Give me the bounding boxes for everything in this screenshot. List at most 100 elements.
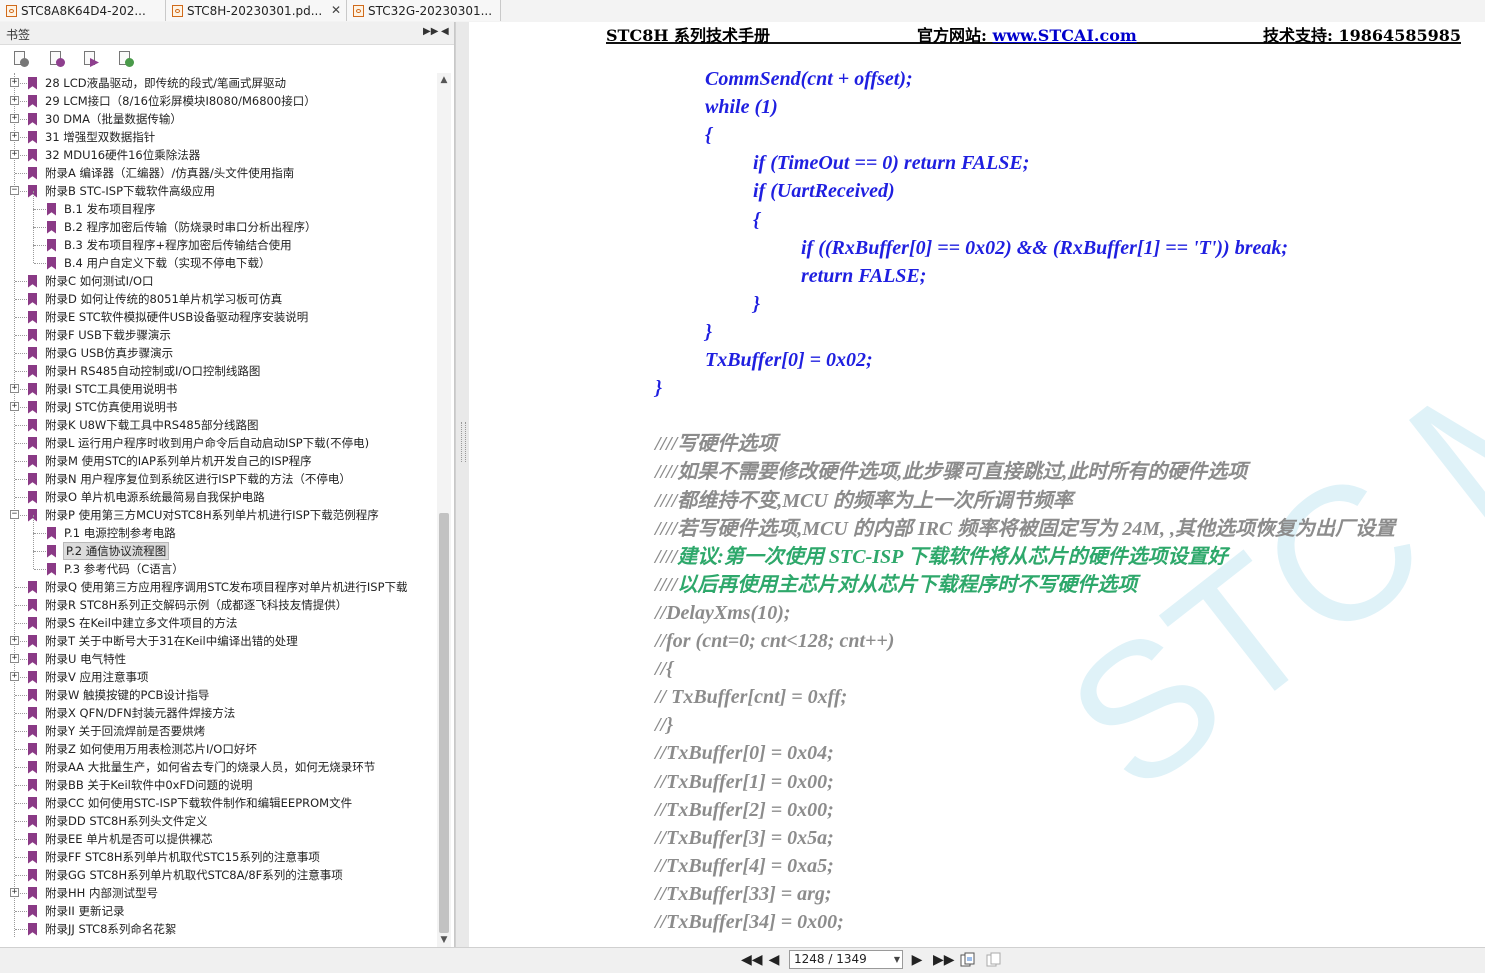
bookmark-item[interactable]: 附录GG STC8H系列单片机取代STC8A/8F系列的注意事项 bbox=[28, 866, 343, 884]
expand-toggle-icon[interactable]: + bbox=[10, 402, 19, 411]
bookmark-item[interactable]: 31 增强型双数据指针 bbox=[28, 128, 155, 146]
bookmark-item[interactable]: 附录S 在Keil中建立多文件项目的方法 bbox=[28, 614, 237, 632]
code-line: ////以后再使用主芯片对从芯片下载程序时不写硬件选项 bbox=[655, 571, 1137, 599]
expand-toggle-icon[interactable]: + bbox=[10, 672, 19, 681]
bookmark-item[interactable]: 28 LCD液晶驱动，即传统的段式/笔画式屏驱动 bbox=[28, 74, 286, 92]
bookmark-item[interactable]: 附录O 单片机电源系统最简易自我保护电路 bbox=[28, 488, 265, 506]
bookmark-item[interactable]: 附录Y 关于回流焊前是否要烘烤 bbox=[28, 722, 205, 740]
scroll-up-icon[interactable]: ▲ bbox=[437, 73, 451, 87]
expand-panel-icon[interactable]: ▶▶ bbox=[423, 26, 438, 37]
bookmark-options-icon[interactable] bbox=[12, 50, 30, 68]
bookmark-item[interactable]: 29 LCM接口（8/16位彩屏模块I8080/M6800接口） bbox=[28, 92, 316, 110]
tab-stc32g[interactable]: STC32G-20230301... bbox=[347, 0, 501, 21]
bookmark-item[interactable]: 附录J STC仿真使用说明书 bbox=[28, 398, 177, 416]
bookmark-item[interactable]: 附录D 如何让传统的8051单片机学习板可仿真 bbox=[28, 290, 282, 308]
bookmark-item[interactable]: 30 DMA（批量数据传输） bbox=[28, 110, 182, 128]
collapse-toggle-icon[interactable]: − bbox=[10, 510, 19, 519]
panel-splitter[interactable] bbox=[455, 22, 470, 947]
bookmark-item[interactable]: 附录E STC软件模拟硬件USB设备驱动程序安装说明 bbox=[28, 308, 308, 326]
expand-toggle-icon[interactable]: + bbox=[10, 114, 19, 123]
bookmark-item[interactable]: 附录F USB下载步骤演示 bbox=[28, 326, 171, 344]
bookmark-subitem[interactable]: B.2 程序加密后传输（防烧录时串口分析出程序） bbox=[47, 218, 317, 236]
page-number-select[interactable]: 1248 / 1349 ▼ bbox=[789, 950, 903, 969]
find-bookmark-icon[interactable] bbox=[117, 50, 135, 68]
bookmark-item[interactable]: 附录U 电气特性 bbox=[28, 650, 126, 668]
bookmark-item[interactable]: 附录JJ STC8系列命名花絮 bbox=[28, 920, 176, 938]
bookmark-item[interactable]: 附录L 运行用户程序时收到用户命令后自动启动ISP下载(不停电) bbox=[28, 434, 369, 452]
bookmark-item[interactable]: 附录B STC-ISP下载软件高级应用 bbox=[28, 182, 215, 200]
tab-stc8h[interactable]: STC8H-20230301.pd... ✕ bbox=[166, 0, 347, 21]
bookmark-item[interactable]: 附录R STC8H系列正交解码示例（成都逐飞科技友情提供） bbox=[28, 596, 347, 614]
bookmark-item[interactable]: 附录N 用户程序复位到系统区进行ISP下载的方法（不停电） bbox=[28, 470, 351, 488]
add-bookmark-icon[interactable] bbox=[48, 50, 66, 68]
scrollbar-thumb[interactable] bbox=[439, 513, 449, 933]
bookmark-item[interactable]: 附录T 关于中断号大于31在Keil中编译出错的处理 bbox=[28, 632, 298, 650]
bookmark-item[interactable]: 附录II 更新记录 bbox=[28, 902, 124, 920]
bookmark-item[interactable]: 附录Q 使用第三方应用程序调用STC发布项目程序对单片机进行ISP下载 bbox=[28, 578, 408, 596]
scroll-down-icon[interactable]: ▼ bbox=[437, 933, 451, 947]
chevron-down-icon[interactable]: ▼ bbox=[894, 951, 900, 968]
code-line: //DelayXms(10); bbox=[655, 601, 791, 624]
code-line: while (1) bbox=[705, 96, 778, 119]
previous-page-icon[interactable]: ◀ bbox=[765, 951, 783, 969]
bookmark-item[interactable]: 附录W 触摸按键的PCB设计指导 bbox=[28, 686, 209, 704]
bookmark-scrollbar[interactable]: ▲ ▼ bbox=[437, 73, 451, 947]
go-to-bookmark-icon[interactable] bbox=[82, 50, 100, 68]
document-viewer[interactable]: STC MCU STC8H 系列技术手册 官方网站: www.STCAI.com… bbox=[469, 22, 1485, 947]
bookmark-item[interactable]: 附录A 编译器（汇编器）/仿真器/头文件使用指南 bbox=[28, 164, 294, 182]
code-line: TxBuffer[0] = 0x02; bbox=[705, 349, 873, 371]
bookmark-item[interactable]: 附录DD STC8H系列头文件定义 bbox=[28, 812, 208, 830]
first-page-icon[interactable]: ◀◀ bbox=[741, 951, 763, 969]
bookmark-subitem[interactable]: P.2 通信协议流程图 bbox=[47, 542, 170, 560]
bookmark-item[interactable]: 附录X QFN/DFN封装元器件焊接方法 bbox=[28, 704, 235, 722]
bookmark-label: 32 MDU16硬件16位乘除法器 bbox=[45, 148, 201, 162]
bookmark-item[interactable]: 附录CC 如何使用STC-ISP下载软件制作和编辑EEPROM文件 bbox=[28, 794, 352, 812]
bookmark-label: 附录GG STC8H系列单片机取代STC8A/8F系列的注意事项 bbox=[45, 868, 343, 882]
expand-toggle-icon[interactable]: + bbox=[10, 78, 19, 87]
bookmark-item[interactable]: 附录AA 大批量生产，如何省去专门的烧录人员，如何无烧录环节 bbox=[28, 758, 375, 776]
bookmark-item[interactable]: 附录G USB仿真步骤演示 bbox=[28, 344, 173, 362]
tab-stc8a8k64d4[interactable]: STC8A8K64D4-202... bbox=[0, 0, 166, 21]
expand-toggle-icon[interactable]: + bbox=[10, 384, 19, 393]
bookmark-item[interactable]: 附录V 应用注意事项 bbox=[28, 668, 149, 686]
previous-view-icon[interactable] bbox=[960, 952, 976, 968]
close-icon[interactable]: ✕ bbox=[329, 3, 343, 17]
last-page-icon[interactable]: ▶▶ bbox=[933, 951, 955, 969]
bookmark-subitem[interactable]: B.1 发布项目程序 bbox=[47, 200, 156, 218]
bookmark-subitem[interactable]: P.3 参考代码（C语言） bbox=[47, 560, 184, 578]
bookmark-item[interactable]: 32 MDU16硬件16位乘除法器 bbox=[28, 146, 200, 164]
website-link[interactable]: www.STCAI.com bbox=[993, 26, 1137, 45]
code-line: ////写硬件选项 bbox=[655, 433, 778, 456]
expand-toggle-icon[interactable]: + bbox=[10, 96, 19, 105]
code-line: //TxBuffer[2] = 0x00; bbox=[655, 798, 834, 821]
bookmark-item[interactable]: 附录K U8W下载工具中RS485部分线路图 bbox=[28, 416, 259, 434]
bookmark-item[interactable]: 附录P 使用第三方MCU对STC8H系列单片机进行ISP下载范例程序 bbox=[28, 506, 379, 524]
bookmark-subitem[interactable]: P.1 电源控制参考电路 bbox=[47, 524, 176, 542]
bookmark-icon bbox=[28, 724, 37, 738]
bookmark-item[interactable]: 附录HH 内部测试型号 bbox=[28, 884, 158, 902]
bookmark-subitem[interactable]: B.4 用户自定义下载（实现不停电下载） bbox=[47, 254, 271, 272]
bookmark-subitem[interactable]: B.3 发布项目程序+程序加密后传输结合使用 bbox=[47, 236, 292, 254]
bookmark-item[interactable]: 附录Z 如何使用万用表检测芯片I/O口好坏 bbox=[28, 740, 257, 758]
expand-toggle-icon[interactable]: + bbox=[10, 654, 19, 663]
tree-guide-line bbox=[34, 533, 46, 534]
expand-toggle-icon[interactable]: + bbox=[10, 132, 19, 141]
bookmark-item[interactable]: 附录C 如何测试I/O口 bbox=[28, 272, 154, 290]
code-line: return FALSE; bbox=[801, 264, 927, 287]
bookmark-item[interactable]: 附录H RS485自动控制或I/O口控制线路图 bbox=[28, 362, 260, 380]
tree-guide-line bbox=[33, 515, 34, 533]
bookmark-item[interactable]: 附录FF STC8H系列单片机取代STC15系列的注意事项 bbox=[28, 848, 320, 866]
bookmark-label: 附录CC 如何使用STC-ISP下载软件制作和编辑EEPROM文件 bbox=[45, 796, 353, 810]
expand-toggle-icon[interactable]: + bbox=[10, 150, 19, 159]
bookmark-item[interactable]: 附录I STC工具使用说明书 bbox=[28, 380, 177, 398]
bookmark-item[interactable]: 附录BB 关于Keil软件中0xFD问题的说明 bbox=[28, 776, 252, 794]
next-view-icon[interactable] bbox=[986, 952, 1002, 968]
bookmark-item[interactable]: 附录EE 单片机是否可以提供裸芯 bbox=[28, 830, 213, 848]
expand-toggle-icon[interactable]: + bbox=[10, 636, 19, 645]
collapse-panel-icon[interactable]: ◀ bbox=[441, 26, 449, 37]
expand-toggle-icon[interactable]: + bbox=[10, 888, 19, 897]
collapse-toggle-icon[interactable]: − bbox=[10, 186, 19, 195]
next-page-icon[interactable]: ▶ bbox=[908, 951, 926, 969]
code-line: } bbox=[655, 377, 662, 400]
bookmark-item[interactable]: 附录M 使用STC的IAP系列单片机开发自己的ISP程序 bbox=[28, 452, 312, 470]
